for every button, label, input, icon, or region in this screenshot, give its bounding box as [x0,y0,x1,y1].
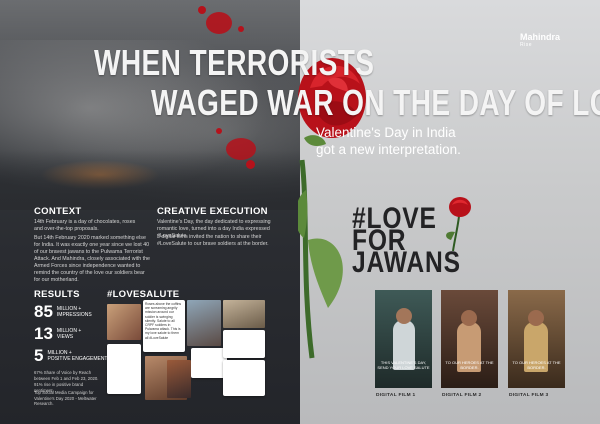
results-title: RESULTS [34,289,80,300]
film-caption: DIGITAL FILM 2 [442,393,482,398]
headline-line-1: WHEN TERRORISTS [94,42,375,83]
headline-line-2: WAGED WAR ON THE DAY OF LOVE, [151,82,600,123]
creative-paragraph-2: 3 digital films invited the nation to sh… [157,234,269,247]
small-rose-icon [446,197,471,252]
film-face [396,308,412,324]
tweet-card [191,348,227,378]
result-value: 85 [34,302,53,321]
city-silhouette [0,150,300,210]
subheadline: Valentine's Day in India got a new inter… [316,125,461,157]
logo-line-3: JAWANS [352,246,461,279]
selfie-photo [107,304,141,340]
film-face [461,310,477,326]
blood-splatter [226,138,256,160]
digital-film-1[interactable]: THIS VALENTINE'S DAY, SEND YOUR LOVE SAL… [375,290,432,388]
film-overlay-text: TO OUR HEROES AT THE BORDER. [445,360,494,370]
blood-splatter [206,12,232,34]
creative-title: CREATIVE EXECUTION [157,206,268,217]
digital-film-3[interactable]: TO OUR HEROES AT THE BORDER. [508,290,565,388]
brand-tagline: Rise [520,42,533,48]
result-engagements: 5 MILLION + POSITIVE ENGAGEMENTS [34,346,111,366]
tweet-card [223,360,265,396]
result-label: VIEWS [56,334,74,340]
result-unit: MILLION + [47,349,72,356]
tweet-card [223,330,265,358]
result-impressions: 85 MILLION + IMPRESSIONS [34,302,92,322]
blood-splatter [238,26,244,32]
result-unit: MILLION + [56,305,82,312]
film-caption: DIGITAL FILM 3 [509,393,549,398]
blood-splatter [246,160,255,169]
result-value: 13 [34,324,53,343]
film-overlay-text: THIS VALENTINE'S DAY, SEND YOUR LOVE SAL… [377,360,430,370]
film-face [528,310,544,326]
result-value: 5 [34,346,44,365]
ad-board: Mahindra Rise WHEN TERRORISTS WAGED WAR … [0,0,600,424]
family-photo [223,300,265,328]
soldier-salute-photo [187,300,221,346]
results-note-1: 67% Share of Voice by Reach between Feb … [34,370,99,381]
tweet-card [107,344,141,394]
context-paragraph-2: But 14th February 2020 marked something … [34,235,151,283]
context-paragraph-1: 14th February is a day of chocolates, ro… [34,219,136,232]
results-note-3: Top Social Media Campaign for Valentine'… [34,390,97,406]
film-overlay-text: TO OUR HEROES AT THE BORDER. [512,360,561,370]
man-salute-photo [167,360,191,398]
film-caption: DIGITAL FILM 1 [376,393,416,398]
result-unit: MILLION + [56,327,82,334]
brand-name: Mahindra [520,32,561,42]
blood-splatter [198,6,206,14]
blood-splatter [216,128,222,134]
digital-film-2[interactable]: TO OUR HEROES AT THE BORDER. [441,290,498,388]
collage-hashtag: #LOVESALUTE [107,289,180,300]
result-views: 13 MILLION + VIEWS [34,324,81,344]
result-label: IMPRESSIONS [56,312,92,318]
tweet-text: Roses above the coffins are screaming an… [145,302,182,340]
result-label: POSITIVE ENGAGEMENTS [47,356,111,362]
social-collage: Roses above the coffins are screaming an… [107,300,267,400]
tweet-card: Roses above the coffins are screaming an… [143,300,185,352]
context-title: CONTEXT [34,206,82,217]
mahindra-logo: Mahindra Rise [520,32,560,48]
